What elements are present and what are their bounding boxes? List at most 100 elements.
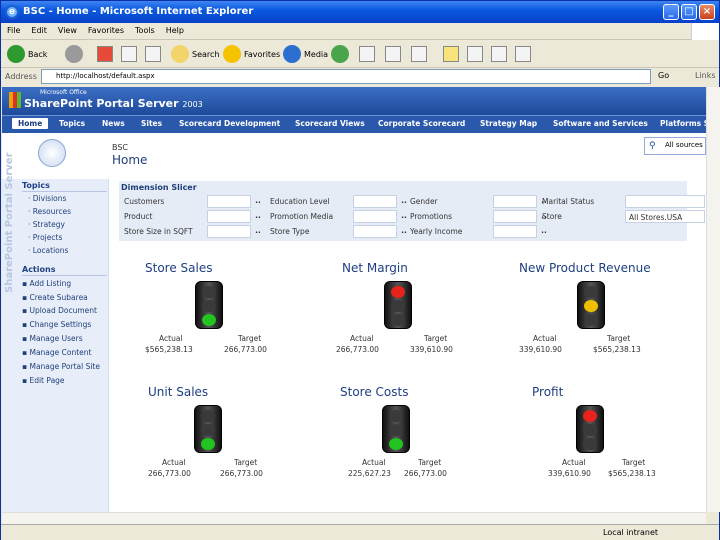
browser-window: e BSC - Home - Microsoft Internet Explor… bbox=[0, 0, 720, 540]
kpi-actual-label: Actual bbox=[159, 334, 183, 343]
traffic-light-icon bbox=[577, 281, 605, 329]
minimize-button[interactable]: _ bbox=[663, 4, 679, 20]
page-subtitle: BSC bbox=[112, 143, 129, 152]
top-nav: Home Topics News Sites Scorecard Develop… bbox=[2, 115, 706, 133]
home-button[interactable] bbox=[145, 43, 164, 65]
slicer-browse-button[interactable]: .. bbox=[252, 210, 264, 223]
slicer-value-field[interactable] bbox=[207, 225, 251, 238]
messenger-button[interactable] bbox=[491, 43, 510, 65]
nav-home[interactable]: Home bbox=[12, 118, 49, 129]
address-input[interactable]: http://localhost/default.aspx bbox=[41, 69, 651, 84]
search-button[interactable]: Search bbox=[171, 43, 219, 65]
green-lamp bbox=[389, 438, 403, 450]
action-add-listing[interactable]: ▪ Add Listing bbox=[22, 279, 71, 288]
back-button[interactable]: Back bbox=[7, 43, 47, 65]
links-button[interactable]: Links bbox=[695, 71, 716, 80]
red-lamp bbox=[583, 410, 597, 422]
nav-news[interactable]: News bbox=[102, 119, 125, 128]
nav-topics[interactable]: Topics bbox=[59, 119, 85, 128]
close-button[interactable]: × bbox=[699, 4, 715, 20]
favorites-button[interactable]: Favorites bbox=[223, 43, 280, 65]
kpi-target-label: Target bbox=[238, 334, 262, 343]
kpi-title: Unit Sales bbox=[148, 385, 209, 399]
maximize-button[interactable]: □ bbox=[681, 4, 697, 20]
action-manage-portal-site[interactable]: ▪ Manage Portal Site bbox=[22, 362, 100, 371]
action-create-subarea[interactable]: ▪ Create Subarea bbox=[22, 293, 88, 302]
discuss-button[interactable] bbox=[443, 43, 462, 65]
refresh-button[interactable] bbox=[121, 43, 140, 65]
nav-sites[interactable]: Sites bbox=[141, 119, 162, 128]
topic-projects[interactable]: · Projects bbox=[28, 233, 62, 242]
topic-strategy[interactable]: · Strategy bbox=[28, 220, 65, 229]
yellow-lamp bbox=[583, 424, 597, 436]
slicer-value-field[interactable] bbox=[207, 195, 251, 208]
dimension-slicer: Dimension Slicer Customers.. Education Le… bbox=[119, 181, 705, 241]
go-button[interactable]: Go bbox=[658, 71, 669, 80]
slicer-browse-button[interactable]: .. bbox=[252, 195, 264, 208]
action-upload-document[interactable]: ▪ Upload Document bbox=[22, 306, 97, 315]
kpi-actual-value: 339,610.90 bbox=[548, 469, 591, 478]
action-change-settings[interactable]: ▪ Change Settings bbox=[22, 320, 91, 329]
stop-button[interactable] bbox=[97, 43, 116, 65]
kpi-card[interactable]: Store Sales Actual Target $565,238.13 26… bbox=[145, 261, 305, 381]
history-button[interactable] bbox=[331, 43, 352, 65]
nav-corporate-scorecard[interactable]: Corporate Scorecard bbox=[378, 119, 465, 128]
menu-bar: File Edit View Favorites Tools Help bbox=[1, 23, 719, 40]
menu-edit[interactable]: Edit bbox=[25, 23, 52, 35]
media-button[interactable]: Media bbox=[283, 43, 328, 65]
edit-button[interactable] bbox=[411, 43, 430, 65]
horizontal-scrollbar[interactable] bbox=[2, 512, 706, 524]
green-lamp bbox=[584, 314, 598, 326]
menu-view[interactable]: View bbox=[52, 23, 82, 35]
slicer-value-field[interactable] bbox=[493, 195, 537, 208]
menu-file[interactable]: File bbox=[1, 23, 25, 35]
kpi-card[interactable]: Store Costs Actual Target 225,627.23 266… bbox=[340, 385, 500, 505]
slicer-value-field[interactable] bbox=[493, 225, 537, 238]
search-scope-dropdown[interactable]: ⚲ All sources bbox=[644, 137, 706, 155]
action-manage-content[interactable]: ▪ Manage Content bbox=[22, 348, 91, 357]
slicer-value-field[interactable] bbox=[353, 195, 397, 208]
nav-platforms[interactable]: Platforms S bbox=[660, 119, 706, 128]
traffic-light-icon bbox=[194, 405, 222, 453]
nav-software-and-services[interactable]: Software and Services bbox=[553, 119, 648, 128]
topic-divisions[interactable]: · Divisions bbox=[28, 194, 66, 203]
kpi-actual-value: 339,610.90 bbox=[519, 345, 562, 354]
home-icon bbox=[38, 139, 66, 167]
slicer-value-field[interactable] bbox=[207, 210, 251, 223]
back-arrow-icon bbox=[7, 45, 25, 63]
menu-help[interactable]: Help bbox=[160, 23, 189, 35]
vertical-scrollbar[interactable] bbox=[706, 87, 720, 512]
kpi-card[interactable]: Unit Sales Actual Target 266,773.00 266,… bbox=[148, 385, 308, 505]
page-title: Home bbox=[112, 153, 148, 167]
green-lamp bbox=[202, 314, 216, 326]
mail-button[interactable] bbox=[359, 43, 378, 65]
tools-button[interactable] bbox=[515, 43, 534, 65]
slicer-browse-button[interactable]: .. bbox=[252, 225, 264, 238]
kpi-card[interactable]: New Product Revenue Actual Target 339,61… bbox=[519, 261, 679, 381]
kpi-card[interactable]: Profit Actual Target 339,610.90 $565,238… bbox=[532, 385, 692, 505]
slicer-browse-button[interactable]: .. bbox=[538, 225, 550, 238]
slicer-label: Marital Status bbox=[542, 197, 595, 206]
menu-tools[interactable]: Tools bbox=[129, 23, 160, 35]
print-button[interactable] bbox=[385, 43, 404, 65]
nav-scorecard-development[interactable]: Scorecard Development bbox=[179, 119, 280, 128]
slicer-value-field[interactable] bbox=[353, 210, 397, 223]
action-edit-page[interactable]: ▪ Edit Page bbox=[22, 376, 65, 385]
nav-scorecard-views[interactable]: Scorecard Views bbox=[295, 119, 365, 128]
slicer-value-field[interactable] bbox=[353, 225, 397, 238]
slicer-label: Promotion Media bbox=[270, 212, 334, 221]
research-icon bbox=[467, 46, 483, 62]
kpi-card[interactable]: Net Margin Actual Target 266,773.00 339,… bbox=[336, 261, 502, 381]
menu-favorites[interactable]: Favorites bbox=[82, 23, 129, 35]
slicer-value-field[interactable] bbox=[493, 210, 537, 223]
slicer-value-field[interactable] bbox=[625, 195, 705, 208]
kpi-actual-label: Actual bbox=[162, 458, 186, 467]
research-button[interactable] bbox=[467, 43, 486, 65]
slicer-label: Education Level bbox=[270, 197, 330, 206]
topic-locations[interactable]: · Locations bbox=[28, 246, 68, 255]
forward-button[interactable] bbox=[65, 43, 86, 65]
slicer-value-field[interactable]: All Stores.USA bbox=[625, 210, 705, 223]
nav-strategy-map[interactable]: Strategy Map bbox=[480, 119, 537, 128]
topic-resources[interactable]: · Resources bbox=[28, 207, 71, 216]
action-manage-users[interactable]: ▪ Manage Users bbox=[22, 334, 83, 343]
